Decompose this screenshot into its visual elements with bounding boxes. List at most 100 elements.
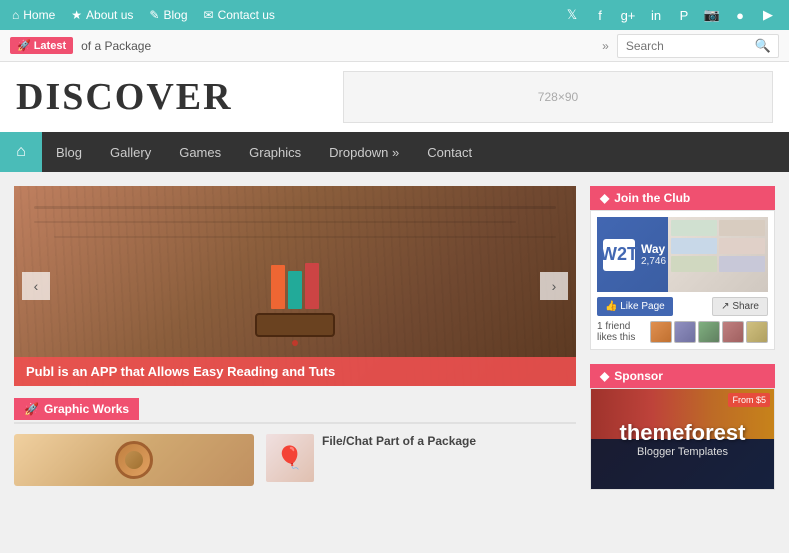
twitter-icon[interactable]: 𝕏 <box>563 6 581 24</box>
avatar-1 <box>650 321 672 343</box>
fb-avatars <box>650 321 768 343</box>
rocket-section-icon: 🚀 <box>24 402 39 416</box>
nav-item-games[interactable]: Games <box>165 132 235 172</box>
nav-home-button[interactable]: ⌂ <box>0 132 42 172</box>
search-bar[interactable]: 🔍 <box>617 34 779 58</box>
book-box <box>255 313 335 337</box>
sponsor-brand: themeforest <box>620 420 746 446</box>
fb-overlay <box>668 217 768 292</box>
ticker-text: of a Package <box>81 39 594 53</box>
dribbble-icon[interactable]: ● <box>731 6 749 24</box>
graphic-main-thumbnail[interactable] <box>14 434 254 486</box>
avatar-2 <box>674 321 696 343</box>
ticker-bar: 🚀 Latest of a Package » 🔍 <box>0 30 789 62</box>
fb-overlay-row1 <box>671 220 765 236</box>
club-icon: ◆ <box>600 191 609 205</box>
rocket-icon: 🚀 <box>17 39 31 52</box>
graphic-item-title: File/Chat Part of a Package <box>322 434 476 448</box>
logo[interactable]: DISCOVER <box>16 75 233 119</box>
avatar-5 <box>746 321 768 343</box>
blog-label: Blog <box>163 8 187 22</box>
book-decoration <box>271 265 285 309</box>
linkedin-icon[interactable]: in <box>647 6 665 24</box>
fb-like-button[interactable]: 👍 Like Page <box>597 297 673 316</box>
top-bar: ⌂ Home ★ About us ✎ Blog ✉ Contact us 𝕏 … <box>0 0 789 30</box>
home-nav-icon: ⌂ <box>16 143 26 161</box>
ticker-arrow: » <box>602 39 609 53</box>
sponsor-icon: ◆ <box>600 369 609 383</box>
nav-items: Blog Gallery Games Graphics Dropdown » C… <box>42 132 486 172</box>
slider-caption: Publ is an APP that Allows Easy Reading … <box>14 357 576 386</box>
fb-overlay-row2 <box>671 238 765 254</box>
nav-item-gallery[interactable]: Gallery <box>96 132 165 172</box>
fb-friend-row: 1 friend likes this <box>597 321 768 343</box>
fb-share-button[interactable]: ↗ Share <box>712 297 768 316</box>
envelope-icon: ✉ <box>204 8 214 22</box>
main-content: ‹ › Publ is an APP that Allows Easy Read… <box>0 172 789 518</box>
nav-item-dropdown[interactable]: Dropdown » <box>315 132 413 172</box>
pencil-icon: ✎ <box>149 8 159 22</box>
friend-text: 1 friend likes this <box>597 321 646 343</box>
fb-cell <box>671 220 717 236</box>
nav-item-contact[interactable]: Contact <box>413 132 486 172</box>
fb-cell <box>719 220 765 236</box>
facebook-banner: W2T Way 2 Themes 2,746 likes <box>597 217 768 292</box>
youtube-icon[interactable]: ▶ <box>759 6 777 24</box>
avatar-4 <box>722 321 744 343</box>
graphic-item-link[interactable]: 🎈 File/Chat Part of a Package <box>266 434 476 486</box>
instagram-icon[interactable]: 📷 <box>703 6 721 24</box>
search-input[interactable] <box>618 39 748 53</box>
sponsor-subtitle: Blogger Templates <box>637 446 728 458</box>
graphic-items-list: 🎈 File/Chat Part of a Package <box>14 434 576 486</box>
decorative-ball <box>292 340 298 346</box>
ad-banner: 728×90 <box>343 71 773 123</box>
sidebar: ◆ Join the Club W2T Way 2 Themes 2,746 l… <box>590 186 775 504</box>
slider-image <box>14 186 576 386</box>
graphic-thumb: 🎈 <box>266 434 314 482</box>
top-bar-nav: ⌂ Home ★ About us ✎ Blog ✉ Contact us <box>12 8 275 22</box>
join-club-title: ◆ Join the Club <box>590 186 775 210</box>
header: DISCOVER 728×90 <box>0 62 789 132</box>
nav-item-blog[interactable]: Blog <box>42 132 96 172</box>
nav-home[interactable]: ⌂ Home <box>12 8 55 22</box>
slider-prev-button[interactable]: ‹ <box>22 272 50 300</box>
home-icon: ⌂ <box>12 8 19 22</box>
google-plus-icon[interactable]: g+ <box>619 6 637 24</box>
graphic-works-header: 🚀 Graphic Works <box>14 398 576 424</box>
sponsor-section: ◆ Sponsor From $5 themeforest Blogger Te… <box>590 364 775 490</box>
hero-slider: ‹ › Publ is an APP that Allows Easy Read… <box>14 186 576 386</box>
avatar-3 <box>698 321 720 343</box>
home-label: Home <box>23 8 55 22</box>
nav-item-graphics[interactable]: Graphics <box>235 132 315 172</box>
nav-blog[interactable]: ✎ Blog <box>149 8 187 22</box>
social-icons: 𝕏 f g+ in P 📷 ● ▶ <box>563 6 777 24</box>
fb-overlay-row3 <box>671 256 765 272</box>
fb-logo: W2T <box>603 239 635 271</box>
pinterest-icon[interactable]: P <box>675 6 693 24</box>
sponsor-content: From $5 themeforest Blogger Templates <box>590 388 775 490</box>
fb-cell <box>719 256 765 272</box>
facebook-icon[interactable]: f <box>591 6 609 24</box>
sponsor-title: ◆ Sponsor <box>590 364 775 388</box>
star-icon: ★ <box>71 8 82 22</box>
sponsor-image[interactable]: From $5 themeforest Blogger Templates <box>591 389 774 489</box>
contact-label: Contact us <box>218 8 275 22</box>
graphic-works-label: 🚀 Graphic Works <box>14 398 139 420</box>
ticker-label-text: Latest <box>34 40 66 52</box>
fb-cell <box>719 238 765 254</box>
search-button[interactable]: 🔍 <box>748 38 778 54</box>
join-club-section: ◆ Join the Club W2T Way 2 Themes 2,746 l… <box>590 186 775 350</box>
fb-buttons: 👍 Like Page ↗ Share <box>597 297 768 316</box>
join-club-content: W2T Way 2 Themes 2,746 likes <box>590 210 775 350</box>
about-label: About us <box>86 8 133 22</box>
nav-about[interactable]: ★ About us <box>71 8 133 22</box>
fb-cell <box>671 238 717 254</box>
facebook-widget: W2T Way 2 Themes 2,746 likes <box>591 211 774 349</box>
nav-contact[interactable]: ✉ Contact us <box>204 8 275 22</box>
nav-bar: ⌂ Blog Gallery Games Graphics Dropdown »… <box>0 132 789 172</box>
sponsor-badge: From $5 <box>728 393 770 407</box>
content-area: ‹ › Publ is an APP that Allows Easy Read… <box>14 186 576 504</box>
slider-next-button[interactable]: › <box>540 272 568 300</box>
book-decoration <box>305 263 319 309</box>
book-decoration <box>288 271 302 309</box>
